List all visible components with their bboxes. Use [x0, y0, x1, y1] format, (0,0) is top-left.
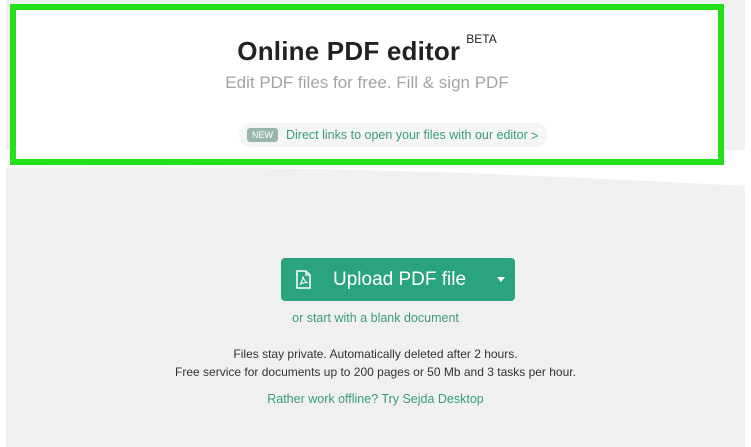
- blank-document-link[interactable]: or start with a blank document: [0, 311, 751, 325]
- service-info: Files stay private. Automatically delete…: [0, 345, 751, 381]
- upload-pdf-button[interactable]: Upload PDF file: [281, 258, 515, 301]
- title-row: Online PDF editor BETA: [16, 32, 718, 67]
- page-title: Online PDF editor: [237, 36, 461, 66]
- news-link[interactable]: Direct links to open your files with our…: [286, 128, 528, 142]
- page: Online PDF editor BETA Edit PDF files for…: [0, 0, 751, 447]
- chevron-right-icon: >: [530, 127, 539, 143]
- header-section: Online PDF editor BETA Edit PDF files for…: [10, 4, 724, 165]
- page-subtitle: Edit PDF files for free. Fill & sign PDF: [225, 73, 509, 92]
- beta-badge: BETA: [466, 32, 497, 46]
- new-badge: NEW: [247, 128, 278, 142]
- caret-down-icon[interactable]: [497, 277, 505, 282]
- news-banner[interactable]: NEW Direct links to open your files with…: [239, 123, 549, 147]
- pdf-file-icon: [296, 270, 311, 289]
- upload-button-label: Upload PDF file: [333, 269, 467, 290]
- desktop-offline-link[interactable]: Rather work offline? Try Sejda Desktop: [0, 392, 751, 406]
- info-privacy: Files stay private. Automatically delete…: [233, 347, 518, 361]
- info-limits: Free service for documents up to 200 pag…: [175, 365, 576, 379]
